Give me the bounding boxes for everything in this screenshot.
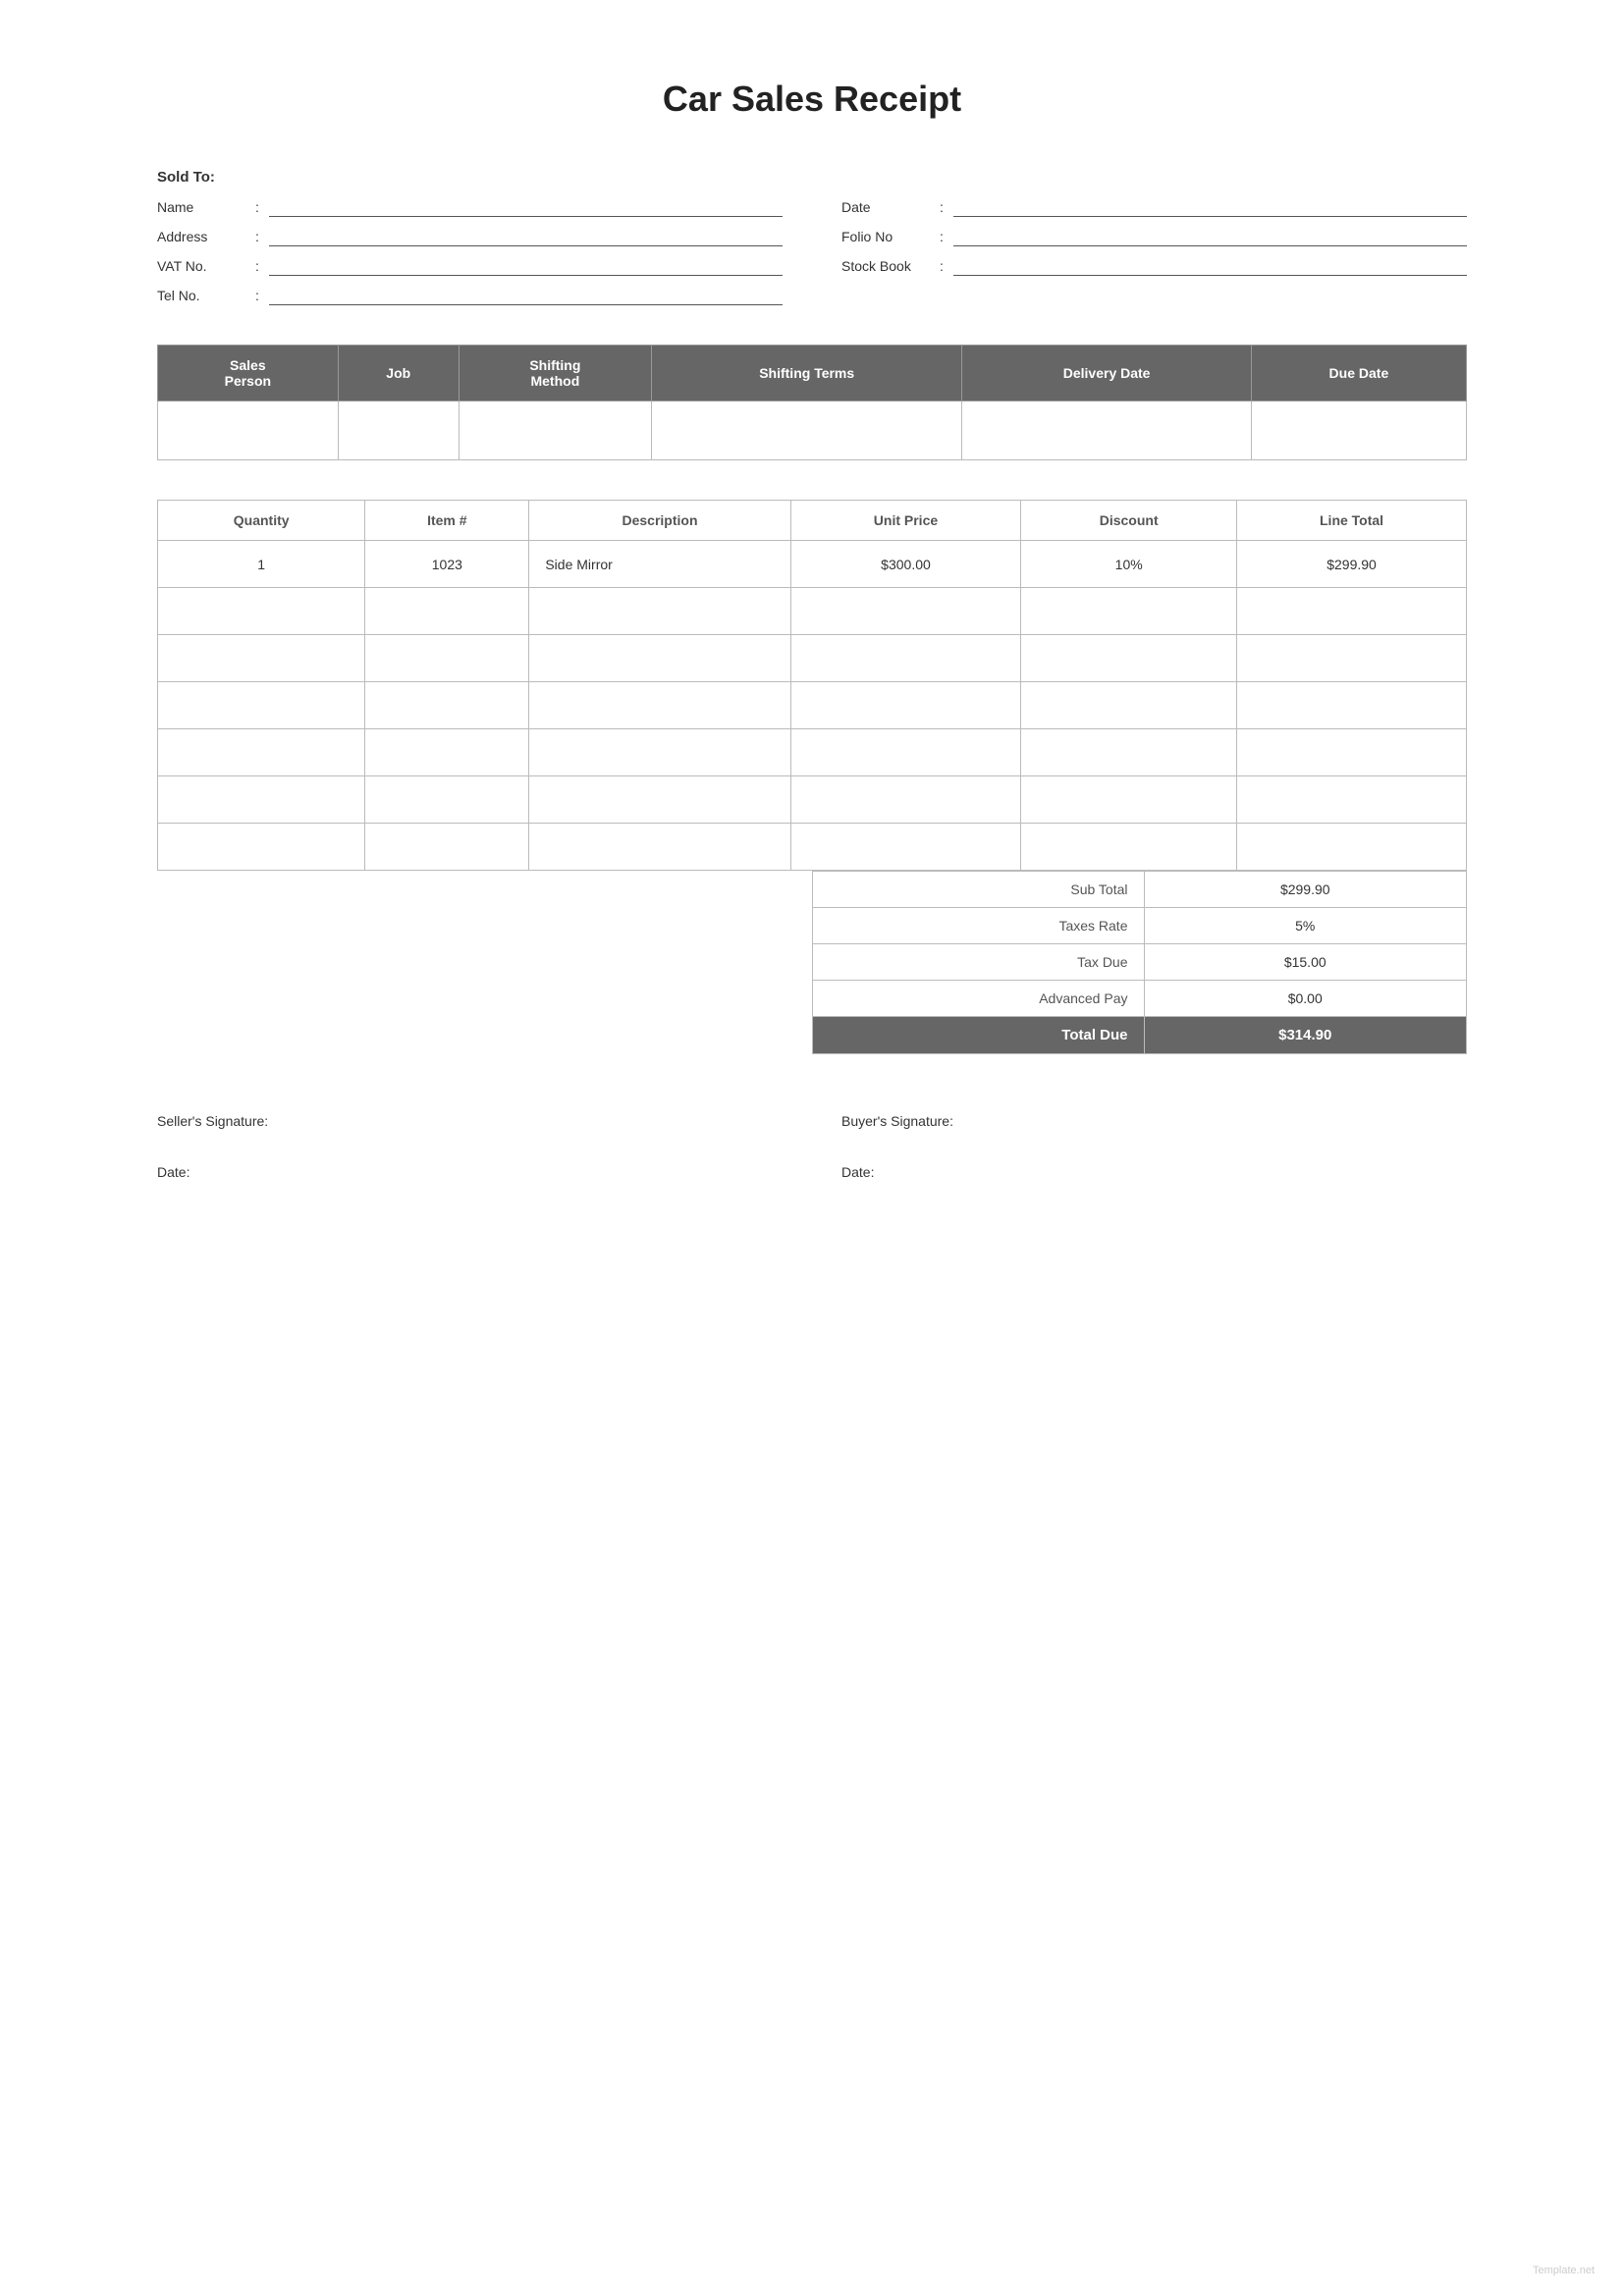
- col-description: Description: [529, 501, 790, 541]
- totals-row: Sub Total$299.90: [813, 872, 1467, 908]
- buyer-date-label: Date:: [841, 1164, 1467, 1180]
- form-left: Name : Address : VAT No. : Tel No. :: [157, 197, 783, 305]
- vat-field[interactable]: [269, 256, 783, 276]
- address-row: Address :: [157, 227, 783, 246]
- col-discount: Discount: [1021, 501, 1237, 541]
- name-row: Name :: [157, 197, 783, 217]
- folio-row: Folio No :: [841, 227, 1467, 246]
- totals-table: Sub Total$299.90Taxes Rate5%Tax Due$15.0…: [812, 871, 1467, 1054]
- col-quantity: Quantity: [158, 501, 365, 541]
- vat-label: VAT No.: [157, 258, 245, 274]
- totals-row: Taxes Rate5%: [813, 908, 1467, 944]
- buyer-signature-label: Buyer's Signature:: [841, 1113, 1467, 1129]
- table-row: [158, 588, 1467, 635]
- customer-form: Name : Address : VAT No. : Tel No. : Dat…: [157, 197, 1467, 305]
- stockbook-row: Stock Book :: [841, 256, 1467, 276]
- address-field[interactable]: [269, 227, 783, 246]
- col-shifting-method: ShiftingMethod: [459, 346, 651, 401]
- col-due-date: Due Date: [1251, 346, 1466, 401]
- folio-field[interactable]: [953, 227, 1467, 246]
- tel-row: Tel No. :: [157, 286, 783, 305]
- tel-field[interactable]: [269, 286, 783, 305]
- col-sales-person: SalesPerson: [158, 346, 339, 401]
- date-field[interactable]: [953, 197, 1467, 217]
- totals-row: Total Due$314.90: [813, 1017, 1467, 1054]
- col-unit-price: Unit Price: [790, 501, 1021, 541]
- address-label: Address: [157, 229, 245, 244]
- shift-info-table: SalesPerson Job ShiftingMethod Shifting …: [157, 345, 1467, 460]
- table-row: [158, 824, 1467, 871]
- totals-row: Tax Due$15.00: [813, 944, 1467, 981]
- table-row: [158, 729, 1467, 776]
- items-table: Quantity Item # Description Unit Price D…: [157, 500, 1467, 871]
- date-label: Date: [841, 199, 930, 215]
- col-item-num: Item #: [365, 501, 529, 541]
- col-job: Job: [338, 346, 459, 401]
- table-row: [158, 682, 1467, 729]
- name-field[interactable]: [269, 197, 783, 217]
- totals-section: Sub Total$299.90Taxes Rate5%Tax Due$15.0…: [157, 871, 1467, 1054]
- date-row: Date :: [841, 197, 1467, 217]
- totals-row: Advanced Pay$0.00: [813, 981, 1467, 1017]
- stockbook-field[interactable]: [953, 256, 1467, 276]
- table-row: 11023Side Mirror$300.0010%$299.90: [158, 541, 1467, 588]
- form-right: Date : Folio No : Stock Book :: [841, 197, 1467, 305]
- stockbook-label: Stock Book: [841, 258, 930, 274]
- seller-date-label: Date:: [157, 1164, 783, 1180]
- seller-signature-label: Seller's Signature:: [157, 1113, 783, 1129]
- name-label: Name: [157, 199, 245, 215]
- col-delivery-date: Delivery Date: [962, 346, 1251, 401]
- vat-row: VAT No. :: [157, 256, 783, 276]
- page-title: Car Sales Receipt: [157, 79, 1467, 120]
- signature-section: Seller's Signature: Buyer's Signature: D…: [157, 1113, 1467, 1196]
- table-row: [158, 635, 1467, 682]
- table-row: [158, 401, 1467, 460]
- sold-to-label: Sold To:: [157, 169, 1467, 186]
- watermark: Template.net: [1533, 2265, 1595, 2276]
- col-line-total: Line Total: [1237, 501, 1467, 541]
- table-row: [158, 776, 1467, 824]
- tel-label: Tel No.: [157, 288, 245, 303]
- folio-label: Folio No: [841, 229, 930, 244]
- col-shifting-terms: Shifting Terms: [651, 346, 962, 401]
